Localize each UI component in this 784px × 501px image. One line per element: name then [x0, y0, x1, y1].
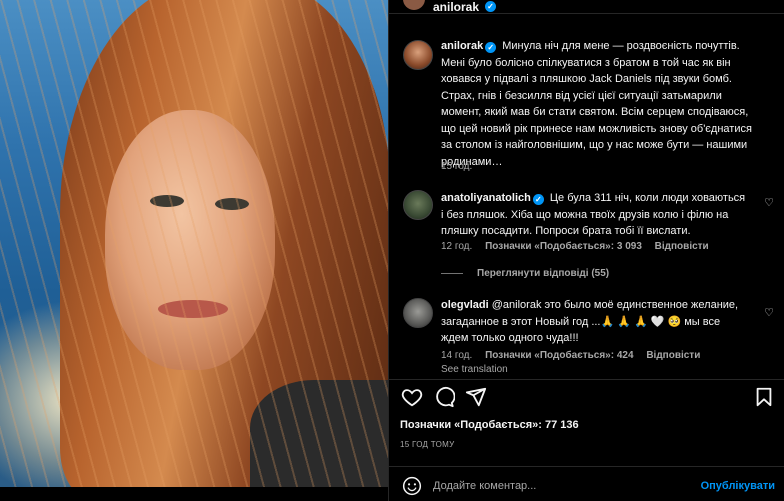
comment-meta: 12 год. Позначки «Подобається»: 3 093 Ві… [441, 241, 719, 252]
divider [389, 466, 784, 467]
view-replies-label: Переглянути відповіді (55) [477, 268, 610, 279]
reply-button[interactable]: Відповісти [646, 350, 700, 361]
comment-avatar[interactable] [403, 298, 433, 328]
photo-hair-strands [0, 0, 388, 487]
comment-likes[interactable]: Позначки «Подобається»: 3 093 [485, 241, 642, 252]
heart-icon[interactable] [401, 386, 423, 408]
caption-text: Минула ніч для мене — роздвоєність почут… [441, 40, 752, 168]
post-photo[interactable] [0, 0, 388, 487]
reply-button[interactable]: Відповісти [655, 241, 709, 252]
emoji-icon[interactable] [402, 476, 422, 496]
bookmark-icon[interactable] [753, 386, 775, 408]
caption: anilorak ✓ Минула ніч для мене — роздвоєн… [441, 38, 759, 170]
post-actions [389, 386, 784, 410]
comment-like-heart-icon[interactable]: ♡ [764, 196, 774, 209]
comment-time[interactable]: 12 год. [441, 241, 472, 252]
comment-like-heart-icon[interactable]: ♡ [764, 306, 774, 319]
post-comment-button[interactable]: Опублікувати [701, 480, 775, 492]
comment-username[interactable]: anatoliyanatolich [441, 192, 531, 204]
see-translation-label: See translation [441, 364, 508, 375]
caption-avatar[interactable] [403, 40, 433, 70]
verified-badge-icon: ✓ [485, 1, 496, 12]
caption-username[interactable]: anilorak [441, 40, 483, 52]
caption-meta: 15 год. [441, 161, 482, 172]
divider [389, 379, 784, 380]
comment-likes[interactable]: Позначки «Подобається»: 424 [485, 350, 633, 361]
post-header: anilorak ✓ [389, 0, 784, 14]
comment-item: olegvladi @anilorak это было моё единств… [441, 297, 747, 347]
comment-time[interactable]: 14 год. [441, 350, 472, 361]
comment-input[interactable] [433, 477, 693, 495]
comment-username[interactable]: olegvladi [441, 299, 489, 311]
post-side-panel: anilorak ✓ anilorak ✓ Минула ніч для мене… [388, 0, 784, 501]
comment-icon[interactable] [433, 386, 455, 408]
see-translation-link[interactable]: See translation [441, 364, 518, 375]
view-replies-button[interactable]: Переглянути відповіді (55) [441, 268, 609, 279]
caption-time[interactable]: 15 год. [441, 161, 472, 172]
verified-badge-icon: ✓ [532, 194, 544, 205]
replies-line [441, 272, 463, 274]
likes-count[interactable]: Позначки «Подобається»: 77 136 [400, 419, 579, 431]
author-username[interactable]: anilorak [433, 0, 479, 14]
verified-badge-icon: ✓ [485, 42, 497, 53]
post-timestamp[interactable]: 15 ГОД ТОМУ [400, 440, 455, 449]
comment-composer: Опублікувати [389, 472, 784, 501]
author-avatar[interactable] [403, 0, 425, 10]
comment-item: anatoliyanatolich ✓ Це була 311 ніч, коли… [441, 190, 747, 240]
comment-meta: 14 год. Позначки «Подобається»: 424 Відп… [441, 350, 710, 361]
share-icon[interactable] [465, 386, 487, 408]
comment-avatar[interactable] [403, 190, 433, 220]
